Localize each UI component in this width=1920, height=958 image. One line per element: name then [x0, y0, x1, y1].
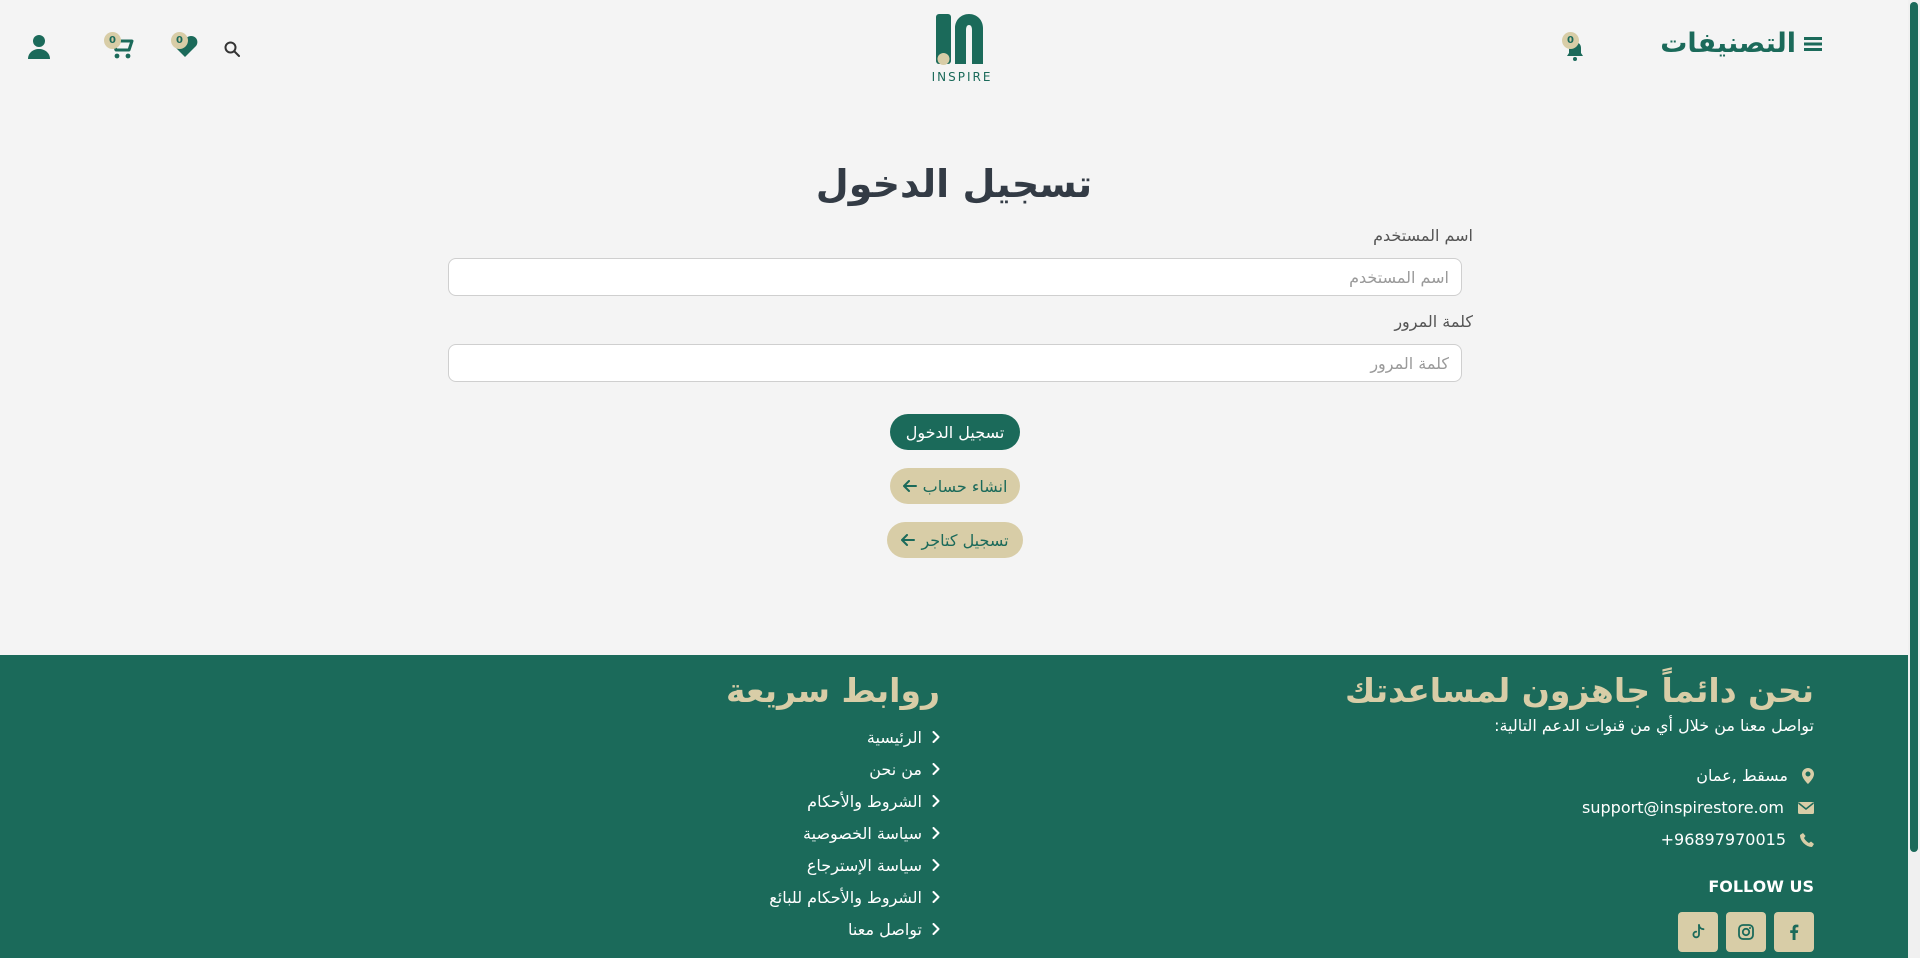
user-icon [28, 35, 50, 59]
quick-link-label: سياسة الخصوصية [803, 823, 922, 843]
chevron-right-icon [932, 763, 940, 775]
categories-menu-button[interactable]: التصنيفات [1660, 28, 1822, 59]
page-title: تسجيل الدخول [815, 162, 1093, 206]
chevron-right-icon [932, 923, 940, 935]
help-subtitle: تواصل معنا من خلال أي من قنوات الدعم الت… [1494, 716, 1814, 735]
user-account-button[interactable] [26, 34, 52, 60]
wishlist-count-badge: 0 [171, 32, 188, 49]
site-footer: نحن دائماً جاهزون لمساعدتك تواصل معنا من… [0, 655, 1908, 958]
arrow-left-icon [901, 534, 916, 546]
follow-us-label: FOLLOW US [1708, 877, 1814, 896]
email-row[interactable]: support@inspirestore.om [1582, 798, 1814, 817]
menu-icon [1804, 36, 1822, 51]
categories-label: التصنيفات [1660, 28, 1796, 59]
chevron-right-icon [932, 827, 940, 839]
search-icon [224, 41, 240, 57]
username-input[interactable] [448, 258, 1462, 296]
scrollbar-thumb[interactable] [1910, 2, 1918, 852]
quick-link-returns[interactable]: سياسة الإسترجاع [769, 849, 940, 881]
search-button[interactable] [223, 40, 241, 58]
quick-link-privacy[interactable]: سياسة الخصوصية [769, 817, 940, 849]
quick-link-label: تواصل معنا [848, 919, 922, 939]
chevron-right-icon [932, 891, 940, 903]
quick-link-label: من نحن [869, 759, 922, 779]
quick-link-label: الشروط والأحكام للبائع [769, 887, 922, 907]
vertical-scrollbar[interactable] [1908, 0, 1920, 958]
quick-link-label: الشروط والأحكام [807, 791, 922, 811]
phone-row[interactable]: +96897970015 [1661, 830, 1814, 849]
location-row: مسقط ,عمان [1696, 766, 1814, 785]
tiktok-link[interactable] [1678, 912, 1718, 952]
phone-icon [1800, 832, 1814, 847]
quick-link-home[interactable]: الرئيسية [769, 721, 940, 753]
instagram-link[interactable] [1726, 912, 1766, 952]
logo-mark-icon [936, 14, 983, 65]
chevron-right-icon [932, 859, 940, 871]
login-submit-button[interactable]: تسجيل الدخول [890, 414, 1020, 450]
quick-links-title: روابط سريعة [725, 671, 940, 710]
phone-text[interactable]: +96897970015 [1661, 830, 1786, 849]
tiktok-icon [1692, 924, 1705, 939]
register-seller-button[interactable]: تسجيل كتاجر [887, 522, 1023, 558]
chevron-right-icon [932, 731, 940, 743]
mail-icon [1798, 801, 1814, 814]
quick-link-seller-terms[interactable]: الشروط والأحكام للبائع [769, 881, 940, 913]
quick-link-about[interactable]: من نحن [769, 753, 940, 785]
create-account-label: انشاء حساب [922, 476, 1008, 496]
password-input[interactable] [448, 344, 1462, 382]
username-label: اسم المستخدم [1373, 226, 1473, 245]
password-label: كلمة المرور [1394, 312, 1473, 331]
quick-link-contact[interactable]: تواصل معنا [769, 913, 940, 945]
facebook-link[interactable] [1774, 912, 1814, 952]
cart-count-badge: 0 [104, 32, 121, 49]
quick-link-label: سياسة الإسترجاع [806, 855, 922, 875]
help-title: نحن دائماً جاهزون لمساعدتك [1345, 671, 1814, 710]
arrow-left-icon [902, 480, 917, 492]
quick-link-label: الرئيسية [866, 727, 922, 747]
quick-link-terms[interactable]: الشروط والأحكام [769, 785, 940, 817]
logo-text: INSPIRE [931, 70, 993, 84]
site-header: 0 0 INSPIRE 0 التصنيفات [0, 0, 1908, 100]
facebook-icon [1790, 924, 1799, 940]
create-account-button[interactable]: انشاء حساب [890, 468, 1020, 504]
location-text: مسقط ,عمان [1696, 766, 1788, 785]
site-logo[interactable]: INSPIRE [931, 12, 993, 84]
quick-links-list: الرئيسية من نحن الشروط والأحكام سياسة ال… [769, 721, 940, 945]
location-icon [1802, 767, 1814, 784]
notifications-count-badge: 0 [1562, 32, 1579, 49]
instagram-icon [1738, 924, 1754, 940]
login-submit-label: تسجيل الدخول [905, 422, 1005, 442]
register-seller-label: تسجيل كتاجر [921, 530, 1009, 550]
email-text[interactable]: support@inspirestore.om [1582, 798, 1784, 817]
chevron-right-icon [932, 795, 940, 807]
